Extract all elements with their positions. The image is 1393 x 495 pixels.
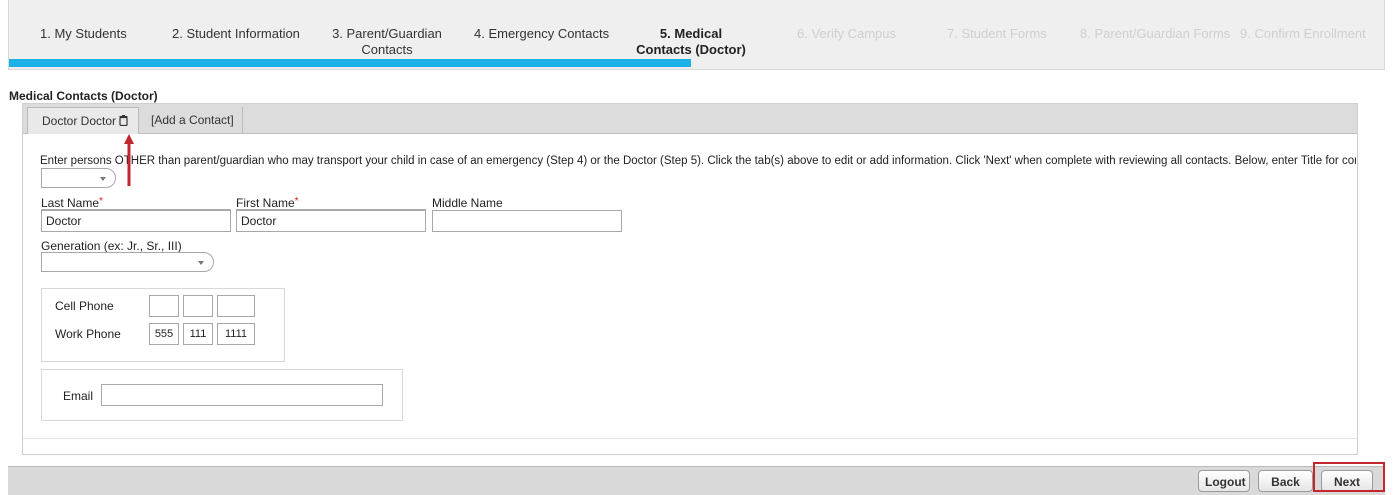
instructions-text: Enter persons OTHER than parent/guardian… bbox=[40, 155, 1356, 167]
panel-divider bbox=[23, 438, 1357, 439]
generation-label: Generation (ex: Jr., Sr., III) bbox=[41, 239, 182, 253]
email-field[interactable] bbox=[101, 384, 383, 406]
first-name-label-text: First Name bbox=[236, 196, 295, 210]
trash-icon[interactable] bbox=[119, 115, 128, 126]
logout-button[interactable]: Logout bbox=[1198, 470, 1250, 492]
chevron-down-icon bbox=[100, 177, 106, 181]
title-select[interactable] bbox=[41, 168, 116, 188]
wizard-steps: 1. My Students 2. Student Information 3.… bbox=[8, 0, 1385, 70]
contact-tab-bar: Doctor Doctor [Add a Contact] bbox=[23, 104, 1357, 134]
wizard-progress-bar bbox=[9, 59, 691, 67]
middle-name-field[interactable] bbox=[432, 210, 622, 232]
last-name-label-text: Last Name bbox=[41, 196, 100, 210]
work-phone-prefix-field[interactable]: 111 bbox=[183, 323, 213, 345]
step-student-forms: 7. Student Forms bbox=[947, 26, 1047, 41]
step-medical-contacts[interactable]: 5. Medical Contacts (Doctor) bbox=[632, 26, 750, 58]
work-phone-area-field[interactable]: 555 bbox=[149, 323, 179, 345]
section-title: Medical Contacts (Doctor) bbox=[9, 89, 158, 103]
tab-doctor-contact-label: Doctor Doctor bbox=[42, 114, 117, 128]
first-name-label: First Name* bbox=[236, 196, 299, 210]
step-emergency-contacts[interactable]: 4. Emergency Contacts bbox=[474, 26, 609, 42]
footer-bar: Logout Back Next bbox=[8, 466, 1385, 495]
cell-phone-label: Cell Phone bbox=[55, 299, 114, 313]
step-my-students[interactable]: 1. My Students bbox=[40, 26, 127, 42]
contact-panel: Doctor Doctor [Add a Contact] Enter pers… bbox=[22, 103, 1358, 455]
step-parent-guardian-forms: 8. Parent/Guardian Forms bbox=[1080, 26, 1231, 41]
annotation-arrow-icon bbox=[124, 134, 134, 186]
step-confirm-enrollment: 9. Confirm Enrollment bbox=[1240, 26, 1366, 41]
email-label: Email bbox=[63, 389, 94, 403]
cell-phone-prefix-field[interactable] bbox=[183, 295, 213, 317]
tab-doctor-contact[interactable]: Doctor Doctor bbox=[27, 107, 140, 134]
first-name-field[interactable] bbox=[236, 210, 426, 232]
step-parent-guardian-contacts[interactable]: 3. Parent/Guardian Contacts bbox=[331, 26, 443, 58]
step-student-information[interactable]: 2. Student Information bbox=[172, 26, 300, 42]
middle-name-label: Middle Name bbox=[432, 196, 503, 210]
generation-select[interactable] bbox=[41, 252, 214, 272]
required-asterisk: * bbox=[294, 196, 299, 207]
last-name-label: Last Name* bbox=[41, 196, 103, 210]
work-phone-label: Work Phone bbox=[55, 327, 121, 341]
email-group: Email bbox=[41, 369, 403, 421]
required-asterisk: * bbox=[99, 196, 103, 207]
next-button-highlight bbox=[1313, 462, 1385, 492]
cell-phone-area-field[interactable] bbox=[149, 295, 179, 317]
chevron-down-icon bbox=[198, 261, 204, 265]
last-name-field[interactable] bbox=[41, 210, 231, 232]
work-phone-line-field[interactable]: 1111 bbox=[217, 323, 255, 345]
step-verify-campus: 6. Verify Campus bbox=[797, 26, 896, 41]
phone-group: Cell Phone Work Phone 555 111 1111 bbox=[41, 288, 285, 362]
cell-phone-line-field[interactable] bbox=[217, 295, 255, 317]
tab-add-contact[interactable]: [Add a Contact] bbox=[143, 107, 243, 134]
back-button[interactable]: Back bbox=[1258, 470, 1313, 492]
